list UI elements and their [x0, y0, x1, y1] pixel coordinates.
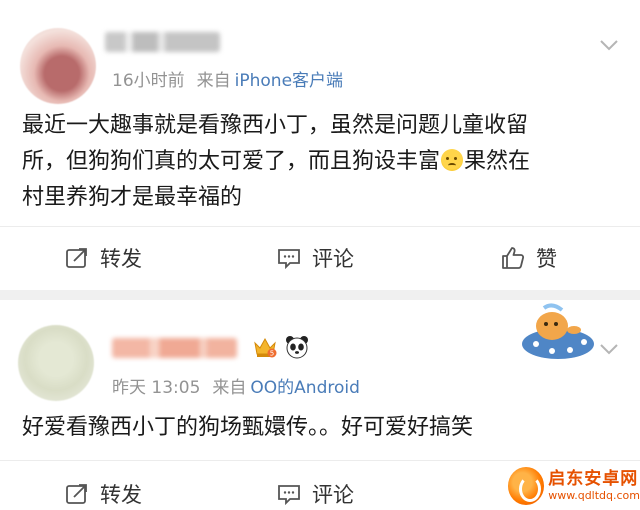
user-badges: 5: [252, 334, 310, 360]
repost-icon: [66, 484, 87, 504]
like-icon: [502, 247, 525, 269]
username-blurred[interactable]: [105, 32, 220, 52]
like-label: 赞: [536, 247, 557, 271]
repost-label: 转发: [100, 483, 142, 507]
divider: [0, 460, 640, 461]
post-meta: 16小时前 来自 iPhone客户端: [112, 66, 343, 91]
comment-label: 评论: [312, 483, 354, 507]
post-time: 昨天 13:05: [112, 378, 201, 398]
username-blurred[interactable]: [112, 338, 237, 358]
post-time: 16小时前: [112, 71, 185, 91]
comment-button[interactable]: 评论: [276, 478, 354, 510]
like-button[interactable]: 赞: [500, 242, 557, 274]
emoji-icon: [441, 149, 464, 171]
badge-level: 5: [270, 350, 274, 358]
content-line: 好爱看豫西小丁的狗场甄嬛传。。好可爱好搞笑: [22, 415, 474, 440]
avatar[interactable]: [20, 28, 96, 104]
chevron-down-icon[interactable]: [598, 338, 620, 360]
watermark-url: www.qdltdq.com: [548, 489, 640, 502]
comment-button[interactable]: 评论: [276, 242, 354, 274]
content-line: 村里养狗才是最幸福的: [22, 185, 243, 210]
crown-badge-icon[interactable]: 5: [252, 335, 278, 359]
content-text: 果然在: [464, 149, 531, 174]
comment-label: 评论: [312, 247, 354, 271]
comment-icon: [278, 485, 300, 506]
site-watermark: 启东安卓网 www.qdltdq.com: [508, 462, 640, 510]
from-label: 来自: [212, 378, 247, 398]
post-content: 好爱看豫西小丁的狗场甄嬛传。。好可爱好搞笑: [22, 410, 622, 446]
post-source[interactable]: iPhone客户端: [235, 71, 343, 91]
panda-icon: [286, 336, 308, 359]
chevron-down-icon[interactable]: [598, 34, 620, 56]
post-content: 最近一大趣事就是看豫西小丁，虽然是问题儿童收留 所，但狗狗们真的太可爱了，而且狗…: [22, 108, 622, 216]
repost-button[interactable]: 转发: [64, 478, 142, 510]
watermark-title: 启东安卓网: [548, 469, 639, 489]
repost-button[interactable]: 转发: [64, 242, 142, 274]
comment-icon: [278, 249, 300, 270]
content-line: 最近一大趣事就是看豫西小丁，虽然是问题儿童收留: [22, 113, 529, 138]
post-separator: [0, 290, 640, 300]
decoration-sticker: [522, 303, 594, 359]
divider: [0, 226, 640, 227]
watermark-logo-icon: [508, 467, 545, 505]
watermark-text: 启东安卓网 www.qdltdq.com: [548, 469, 640, 503]
from-label: 来自: [196, 71, 231, 91]
content-text: 所，但狗狗们真的太可爱了，而且狗设丰富: [22, 149, 441, 174]
post-meta: 昨天 13:05 来自 OO的Android: [112, 373, 360, 398]
avatar[interactable]: [18, 325, 94, 401]
repost-icon: [66, 248, 87, 268]
weibo-post: 16小时前 来自 iPhone客户端 最近一大趣事就是看豫西小丁，虽然是问题儿童收留…: [0, 0, 640, 290]
action-bar: 转发 评论 赞: [0, 230, 640, 286]
content-line: 所，但狗狗们真的太可爱了，而且狗设丰富 果然在: [22, 144, 622, 180]
repost-label: 转发: [100, 247, 142, 271]
post-source[interactable]: OO的Android: [250, 378, 360, 398]
